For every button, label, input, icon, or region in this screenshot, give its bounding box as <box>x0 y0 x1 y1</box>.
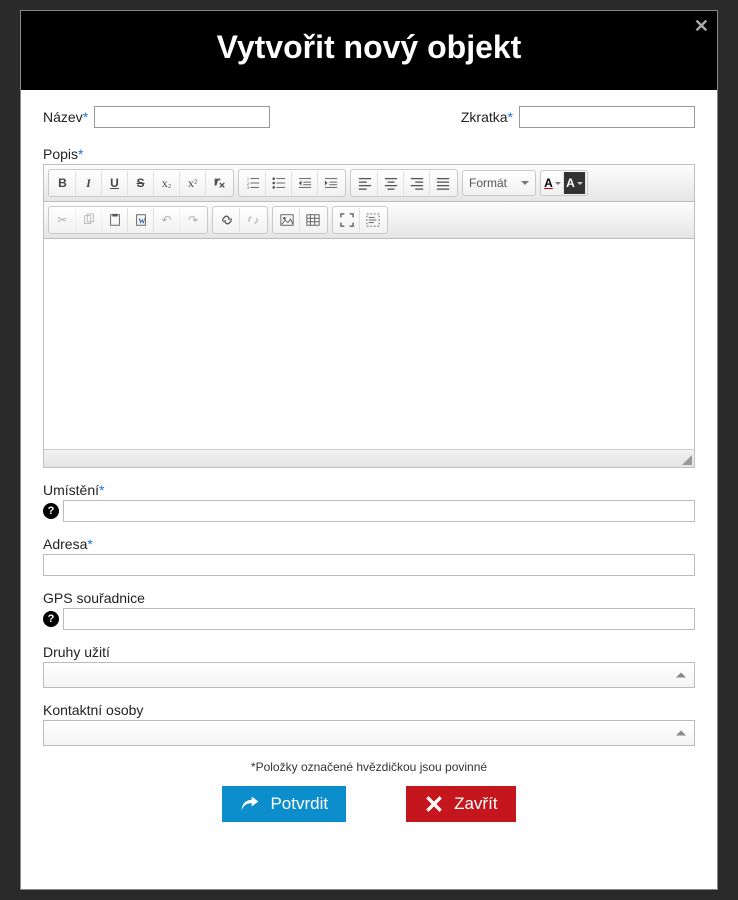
toolbar-group-textstyle: B I U S x₂ x² <box>48 169 234 197</box>
editor-toolbar-row-2: ✂ W ↶ ↷ <box>44 202 694 239</box>
toolbar-group-links <box>212 206 268 234</box>
format-dropdown[interactable]: Formát <box>462 170 536 196</box>
field-gps: GPS souřadnice ? <box>43 590 695 630</box>
link-button[interactable] <box>214 208 240 232</box>
bullet-list-button[interactable] <box>266 171 292 195</box>
label-adresa-text: Adresa <box>43 536 87 552</box>
align-center-button[interactable] <box>378 171 404 195</box>
numbered-list-button[interactable]: 123 <box>240 171 266 195</box>
toolbar-group-color: A A <box>540 170 588 196</box>
label-kontakty: Kontaktní osoby <box>43 702 695 718</box>
label-gps: GPS souřadnice <box>43 590 695 606</box>
combo-druhy[interactable] <box>43 662 695 688</box>
required-asterisk: * <box>87 536 92 552</box>
italic-button[interactable]: I <box>76 171 102 195</box>
toolbar-group-clipboard: ✂ W ↶ ↷ <box>48 206 208 234</box>
field-umisteni: Umístění* ? <box>43 482 695 522</box>
subscript-button[interactable]: x₂ <box>154 171 180 195</box>
bg-color-button[interactable]: A <box>564 172 586 194</box>
indent-button[interactable] <box>318 171 344 195</box>
maximize-button[interactable] <box>334 208 360 232</box>
outdent-button[interactable] <box>292 171 318 195</box>
input-adresa[interactable] <box>43 554 695 576</box>
required-asterisk: * <box>99 482 104 498</box>
svg-text:W: W <box>138 218 145 226</box>
modal-title: Vytvořit nový objekt <box>31 29 707 66</box>
close-button-label: Zavřít <box>454 794 497 814</box>
image-button[interactable] <box>274 208 300 232</box>
rich-text-editor: B I U S x₂ x² 123 <box>43 164 695 468</box>
toolbar-group-view <box>332 206 388 234</box>
confirm-button-label: Potvrdit <box>270 794 328 814</box>
input-umisteni[interactable] <box>63 500 695 522</box>
field-popis: Popis* B I U S x₂ x² 123 <box>43 146 695 468</box>
align-right-button[interactable] <box>404 171 430 195</box>
label-umisteni: Umístění* <box>43 482 695 498</box>
help-icon[interactable]: ? <box>43 611 59 627</box>
modal-header: ✕ Vytvořit nový objekt <box>21 11 717 90</box>
input-gps[interactable] <box>63 608 695 630</box>
action-buttons: Potvrdit Zavřít <box>43 786 695 822</box>
align-justify-button[interactable] <box>430 171 456 195</box>
label-popis: Popis* <box>43 146 695 162</box>
combo-kontakty[interactable] <box>43 720 695 746</box>
editor-toolbar-row-1: B I U S x₂ x² 123 <box>44 165 694 202</box>
row-name-abbrev: Název* Zkratka* <box>43 106 695 128</box>
close-icon[interactable]: ✕ <box>694 17 709 35</box>
help-icon[interactable]: ? <box>43 503 59 519</box>
label-zkratka-text: Zkratka <box>461 109 508 125</box>
toolbar-group-align <box>350 169 458 197</box>
chevron-up-icon <box>676 673 686 678</box>
resize-handle-icon[interactable] <box>682 455 692 465</box>
input-zkratka[interactable] <box>519 106 695 128</box>
label-zkratka: Zkratka* <box>461 109 513 125</box>
toolbar-group-lists: 123 <box>238 169 346 197</box>
copy-button[interactable] <box>76 208 102 232</box>
modal-dialog: ✕ Vytvořit nový objekt Název* Zkratka* P… <box>20 10 718 890</box>
svg-text:3: 3 <box>246 185 249 190</box>
input-nazev[interactable] <box>94 106 270 128</box>
label-nazev-text: Název <box>43 109 83 125</box>
table-button[interactable] <box>300 208 326 232</box>
label-umisteni-text: Umístění <box>43 482 99 498</box>
required-asterisk: * <box>83 109 88 125</box>
underline-button[interactable]: U <box>102 171 128 195</box>
align-left-button[interactable] <box>352 171 378 195</box>
undo-button[interactable]: ↶ <box>154 208 180 232</box>
editor-content-area[interactable] <box>44 239 694 449</box>
field-adresa: Adresa* <box>43 536 695 576</box>
required-asterisk: * <box>508 109 513 125</box>
format-dropdown-label: Formát <box>469 176 507 190</box>
required-note: *Položky označené hvězdičkou jsou povinn… <box>43 760 695 774</box>
cut-button[interactable]: ✂ <box>50 208 76 232</box>
paste-button[interactable] <box>102 208 128 232</box>
show-blocks-button[interactable] <box>360 208 386 232</box>
editor-footer <box>44 449 694 467</box>
field-druhy: Druhy užití <box>43 644 695 688</box>
label-nazev: Název* <box>43 109 88 125</box>
label-adresa: Adresa* <box>43 536 695 552</box>
close-button[interactable]: Zavřít <box>406 786 515 822</box>
label-druhy: Druhy užití <box>43 644 695 660</box>
redo-button[interactable]: ↷ <box>180 208 206 232</box>
unlink-button[interactable] <box>240 208 266 232</box>
field-kontakty: Kontaktní osoby <box>43 702 695 746</box>
x-icon <box>424 794 444 814</box>
superscript-button[interactable]: x² <box>180 171 206 195</box>
label-popis-text: Popis <box>43 146 78 162</box>
required-asterisk: * <box>78 146 83 162</box>
modal-body: Název* Zkratka* Popis* B I U S <box>21 90 717 852</box>
strikethrough-button[interactable]: S <box>128 171 154 195</box>
share-arrow-icon <box>240 794 260 814</box>
paste-word-button[interactable]: W <box>128 208 154 232</box>
remove-format-button[interactable] <box>206 171 232 195</box>
text-color-button[interactable]: A <box>542 172 564 194</box>
bold-button[interactable]: B <box>50 171 76 195</box>
confirm-button[interactable]: Potvrdit <box>222 786 346 822</box>
toolbar-group-insert <box>272 206 328 234</box>
chevron-down-icon <box>521 181 529 185</box>
chevron-up-icon <box>676 731 686 736</box>
